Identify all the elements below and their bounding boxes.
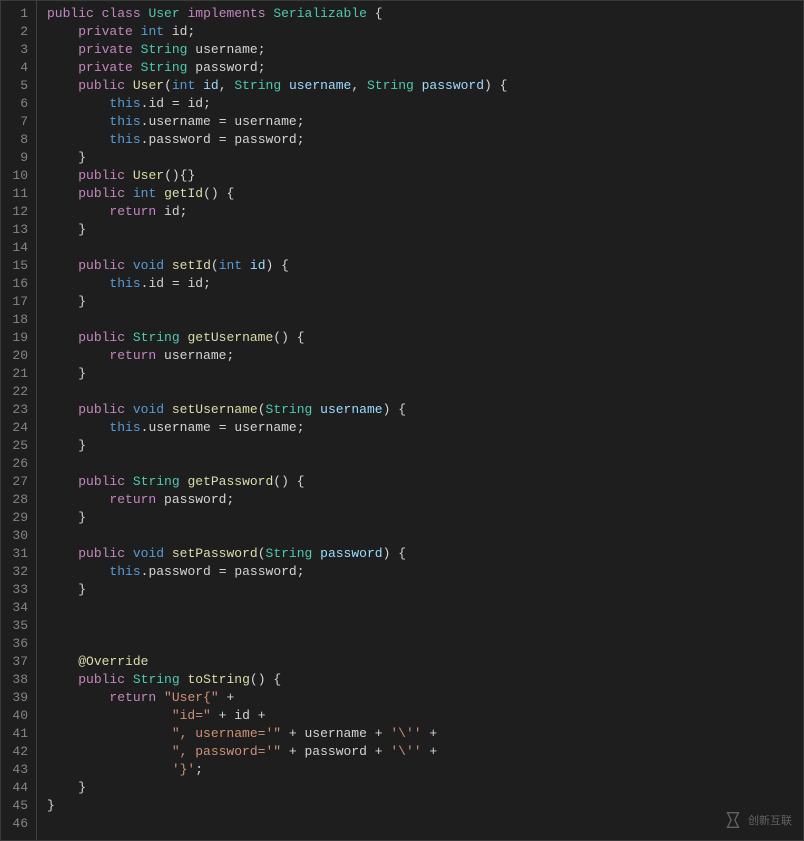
line-number: 38: [7, 671, 28, 689]
code-line[interactable]: this.username = username;: [47, 113, 803, 131]
line-number: 33: [7, 581, 28, 599]
line-number: 46: [7, 815, 28, 833]
code-line[interactable]: [47, 599, 803, 617]
line-number: 12: [7, 203, 28, 221]
line-number: 6: [7, 95, 28, 113]
code-line[interactable]: public void setPassword(String password)…: [47, 545, 803, 563]
code-line[interactable]: [47, 239, 803, 257]
code-line[interactable]: ", username='" + username + '\'' +: [47, 725, 803, 743]
code-line[interactable]: public String toString() {: [47, 671, 803, 689]
line-number: 22: [7, 383, 28, 401]
code-line[interactable]: this.id = id;: [47, 275, 803, 293]
line-number: 34: [7, 599, 28, 617]
code-line[interactable]: [47, 311, 803, 329]
code-line[interactable]: [47, 617, 803, 635]
line-number: 36: [7, 635, 28, 653]
code-line[interactable]: ", password='" + password + '\'' +: [47, 743, 803, 761]
line-number: 41: [7, 725, 28, 743]
code-editor[interactable]: 1234567891011121314151617181920212223242…: [0, 0, 804, 841]
line-number: 2: [7, 23, 28, 41]
line-number: 14: [7, 239, 28, 257]
code-line[interactable]: }: [47, 509, 803, 527]
line-number: 16: [7, 275, 28, 293]
line-number: 3: [7, 41, 28, 59]
code-content[interactable]: public class User implements Serializabl…: [37, 1, 803, 840]
code-line[interactable]: }: [47, 779, 803, 797]
code-line[interactable]: }: [47, 797, 803, 815]
code-line[interactable]: private String username;: [47, 41, 803, 59]
line-number: 31: [7, 545, 28, 563]
line-number: 13: [7, 221, 28, 239]
code-line[interactable]: private int id;: [47, 23, 803, 41]
line-number: 30: [7, 527, 28, 545]
line-number: 40: [7, 707, 28, 725]
line-number: 20: [7, 347, 28, 365]
code-line[interactable]: "id=" + id +: [47, 707, 803, 725]
line-number: 5: [7, 77, 28, 95]
line-number: 18: [7, 311, 28, 329]
line-number: 8: [7, 131, 28, 149]
code-line[interactable]: }: [47, 221, 803, 239]
code-line[interactable]: }: [47, 149, 803, 167]
code-line[interactable]: public User(int id, String username, Str…: [47, 77, 803, 95]
code-line[interactable]: public User(){}: [47, 167, 803, 185]
line-number: 39: [7, 689, 28, 707]
code-line[interactable]: this.password = password;: [47, 563, 803, 581]
code-line[interactable]: return username;: [47, 347, 803, 365]
code-line[interactable]: [47, 455, 803, 473]
line-number: 28: [7, 491, 28, 509]
line-number: 27: [7, 473, 28, 491]
line-number: 23: [7, 401, 28, 419]
line-number: 17: [7, 293, 28, 311]
line-number: 7: [7, 113, 28, 131]
code-line[interactable]: public int getId() {: [47, 185, 803, 203]
line-number: 25: [7, 437, 28, 455]
code-line[interactable]: public String getPassword() {: [47, 473, 803, 491]
line-number: 43: [7, 761, 28, 779]
code-line[interactable]: public void setId(int id) {: [47, 257, 803, 275]
line-number: 21: [7, 365, 28, 383]
code-line[interactable]: }: [47, 437, 803, 455]
line-number: 32: [7, 563, 28, 581]
code-line[interactable]: public String getUsername() {: [47, 329, 803, 347]
line-number: 11: [7, 185, 28, 203]
code-line[interactable]: @Override: [47, 653, 803, 671]
line-number: 9: [7, 149, 28, 167]
code-line[interactable]: [47, 815, 803, 833]
line-number-gutter: 1234567891011121314151617181920212223242…: [1, 1, 37, 840]
code-line[interactable]: return password;: [47, 491, 803, 509]
code-line[interactable]: [47, 383, 803, 401]
code-line[interactable]: [47, 527, 803, 545]
line-number: 24: [7, 419, 28, 437]
code-line[interactable]: }: [47, 293, 803, 311]
code-line[interactable]: private String password;: [47, 59, 803, 77]
line-number: 1: [7, 5, 28, 23]
line-number: 45: [7, 797, 28, 815]
line-number: 44: [7, 779, 28, 797]
line-number: 26: [7, 455, 28, 473]
code-line[interactable]: }: [47, 365, 803, 383]
code-line[interactable]: this.password = password;: [47, 131, 803, 149]
line-number: 10: [7, 167, 28, 185]
code-line[interactable]: return "User{" +: [47, 689, 803, 707]
code-line[interactable]: this.username = username;: [47, 419, 803, 437]
code-line[interactable]: public class User implements Serializabl…: [47, 5, 803, 23]
code-line[interactable]: '}';: [47, 761, 803, 779]
line-number: 15: [7, 257, 28, 275]
code-line[interactable]: this.id = id;: [47, 95, 803, 113]
line-number: 35: [7, 617, 28, 635]
code-line[interactable]: }: [47, 581, 803, 599]
code-line[interactable]: public void setUsername(String username)…: [47, 401, 803, 419]
line-number: 29: [7, 509, 28, 527]
line-number: 37: [7, 653, 28, 671]
code-line[interactable]: return id;: [47, 203, 803, 221]
line-number: 19: [7, 329, 28, 347]
code-line[interactable]: [47, 635, 803, 653]
line-number: 42: [7, 743, 28, 761]
line-number: 4: [7, 59, 28, 77]
